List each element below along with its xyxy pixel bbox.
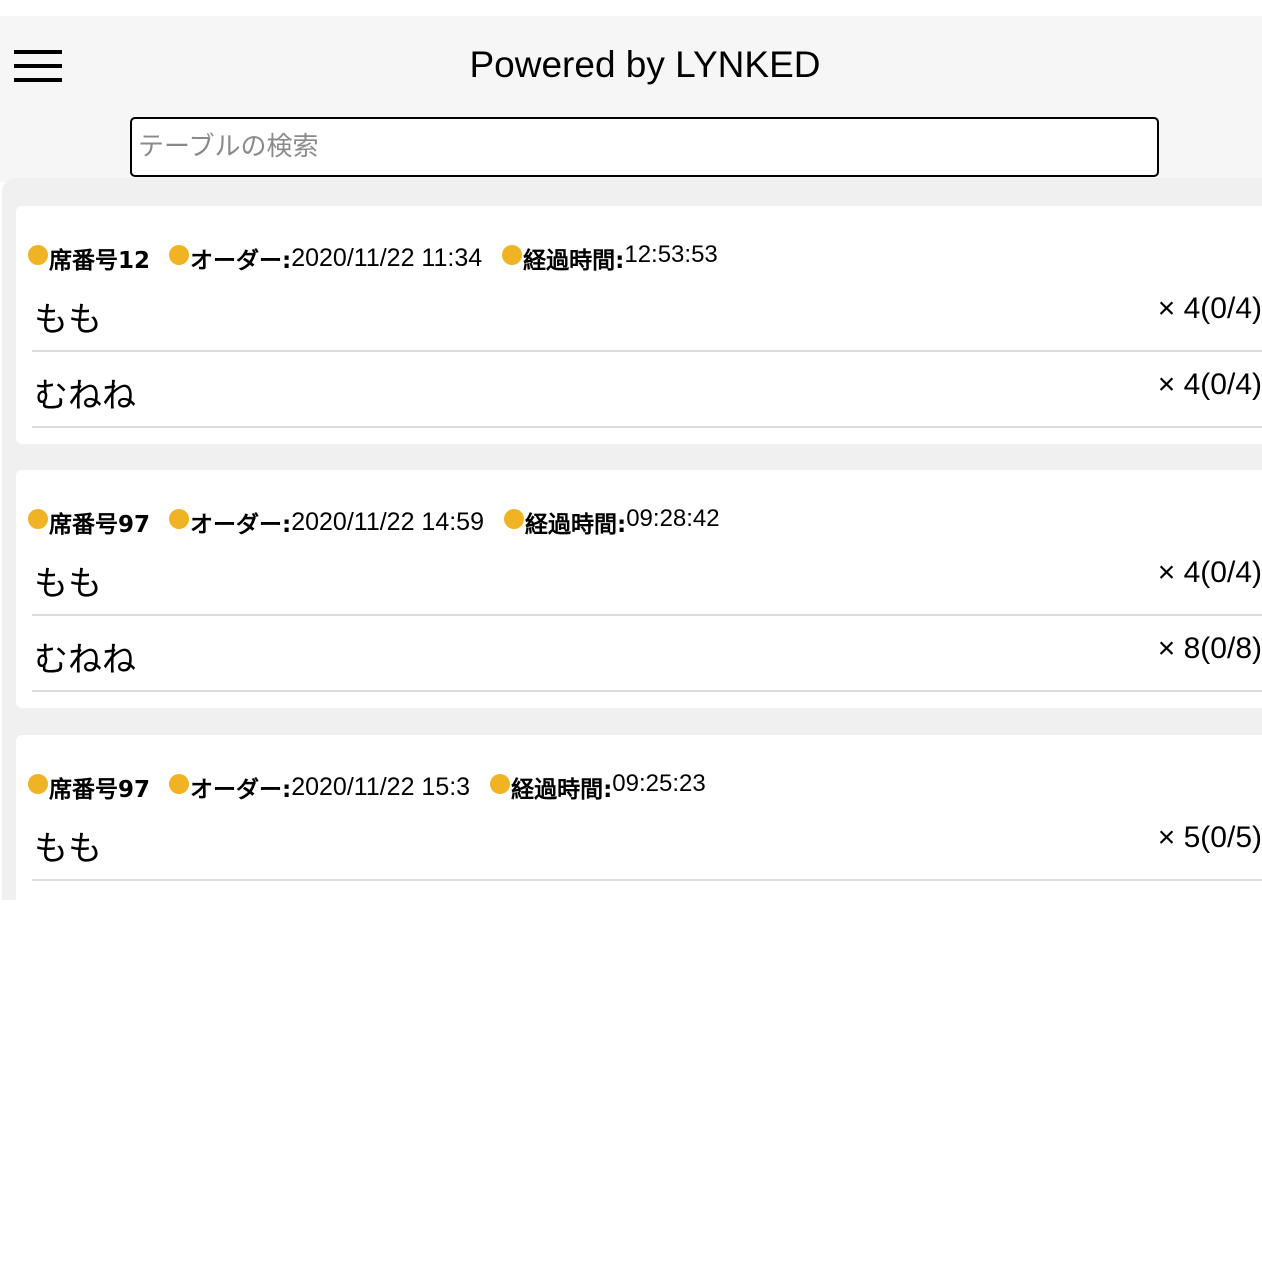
status-dot-icon — [169, 245, 190, 265]
elapsed-label: 経過時間: — [523, 248, 625, 274]
seat-meta: 席番号97 — [28, 505, 150, 539]
order-card[interactable]: 席番号97 オーダー: 2020/11/22 15:3 経過時間: 09:25:… — [16, 735, 1262, 900]
elapsed-meta: 経過時間: 09:25:23 — [490, 770, 706, 804]
status-dot-icon — [504, 509, 524, 529]
order-item[interactable]: むねね × 8(0/8) — [32, 616, 1262, 692]
order-meta: オーダー: 2020/11/22 11:34 — [169, 241, 482, 275]
status-dot-icon — [169, 774, 190, 794]
status-dot-icon — [28, 245, 48, 265]
elapsed-time: 09:25:23 — [612, 770, 706, 797]
table-search-input[interactable] — [130, 117, 1159, 177]
app-header: Powered by LYNKED — [0, 16, 1262, 182]
elapsed-label: 経過時間: — [511, 777, 613, 803]
item-name: もも — [34, 829, 102, 869]
elapsed-meta: 経過時間: 12:53:53 — [502, 241, 718, 275]
order-label: オーダー: — [190, 777, 292, 803]
status-dot-icon — [490, 774, 511, 794]
status-dot-icon — [169, 509, 190, 529]
order-item[interactable]: もも × 5(0/5) — [32, 805, 1262, 881]
seat-number: 席番号12 — [49, 248, 151, 274]
order-meta: オーダー: 2020/11/22 14:59 — [169, 505, 484, 539]
seat-number: 席番号97 — [49, 512, 151, 538]
seat-number: 席番号97 — [49, 777, 151, 803]
item-name: もも — [34, 564, 102, 604]
order-time: 2020/11/22 14:59 — [291, 507, 484, 536]
order-item[interactable]: むねね × 4(0/4) — [32, 352, 1262, 428]
seat-meta: 席番号97 — [28, 770, 150, 804]
order-card[interactable]: 席番号12 オーダー: 2020/11/22 11:34 経過時間: 12:53… — [16, 206, 1262, 444]
item-quantity: × 4(0/4) — [1157, 368, 1262, 401]
order-item[interactable]: もも × 4(0/4) — [32, 276, 1262, 352]
item-name: むねね — [34, 376, 136, 416]
order-time: 2020/11/22 11:34 — [291, 243, 483, 272]
elapsed-meta: 経過時間: 09:28:42 — [504, 505, 720, 539]
elapsed-time: 12:53:53 — [624, 241, 718, 268]
item-quantity: × 4(0/4) — [1157, 556, 1262, 589]
status-dot-icon — [28, 774, 48, 794]
item-name: むねね — [34, 640, 136, 680]
item-quantity: × 4(0/4) — [1157, 292, 1262, 325]
item-quantity: × 5(0/5) — [1157, 821, 1262, 854]
order-time: 2020/11/22 15:3 — [291, 772, 471, 801]
status-dot-icon — [502, 245, 523, 265]
order-item[interactable]: もも × 4(0/4) — [32, 540, 1262, 616]
order-card-header: 席番号12 オーダー: 2020/11/22 11:34 経過時間: 12:53… — [28, 241, 738, 275]
elapsed-label: 経過時間: — [525, 512, 627, 538]
order-list: 席番号12 オーダー: 2020/11/22 11:34 経過時間: 12:53… — [2, 178, 1262, 900]
seat-meta: 席番号12 — [28, 241, 150, 275]
order-card-header: 席番号97 オーダー: 2020/11/22 15:3 経過時間: 09:25:… — [28, 770, 726, 804]
order-label: オーダー: — [190, 248, 292, 274]
order-label: オーダー: — [190, 512, 292, 538]
app-title: Powered by LYNKED — [469, 44, 821, 85]
elapsed-time: 09:28:42 — [626, 505, 720, 532]
item-name: もも — [34, 300, 102, 340]
order-card-header: 席番号97 オーダー: 2020/11/22 14:59 経過時間: 09:28… — [28, 505, 740, 539]
order-card[interactable]: 席番号97 オーダー: 2020/11/22 14:59 経過時間: 09:28… — [16, 470, 1262, 708]
status-dot-icon — [28, 509, 48, 529]
order-meta: オーダー: 2020/11/22 15:3 — [169, 770, 470, 804]
item-quantity: × 8(0/8) — [1157, 632, 1262, 665]
